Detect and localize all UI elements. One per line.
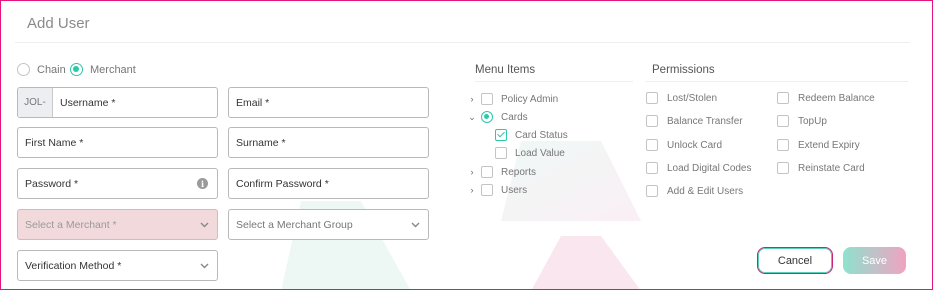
radio-chain[interactable]: Chain xyxy=(17,63,66,76)
radio-merchant[interactable]: Merchant xyxy=(70,63,136,76)
menu-item-policy-admin[interactable]: › Policy Admin xyxy=(467,92,558,106)
menu-item-label: Cards xyxy=(501,111,528,123)
verification-method-label: Verification Method * xyxy=(25,259,122,272)
menu-item-label: Policy Admin xyxy=(501,93,559,105)
surname-field[interactable]: Surname * xyxy=(228,127,429,158)
menu-subitem-checkbox[interactable] xyxy=(495,147,507,159)
menu-item-checkbox[interactable] xyxy=(481,93,493,105)
permission-label: TopUp xyxy=(798,115,827,127)
menu-item-checkbox[interactable] xyxy=(481,166,493,178)
password-label: Password * xyxy=(25,177,79,190)
permission-label: Add & Edit Users xyxy=(667,185,744,197)
chevron-right-icon[interactable]: › xyxy=(467,94,477,104)
permission-topup[interactable]: TopUp xyxy=(777,115,827,127)
permission-checkbox[interactable] xyxy=(646,115,658,127)
permission-checkbox[interactable] xyxy=(646,185,658,197)
merchant-select-label: Select a Merchant * xyxy=(25,218,117,231)
title-divider xyxy=(15,42,910,43)
merchant-group-select[interactable]: Select a Merchant Group xyxy=(228,209,429,240)
email-label: Email * xyxy=(236,96,270,109)
dialog-title: Add User xyxy=(27,15,90,32)
menu-subitem-load-value[interactable]: Load Value xyxy=(481,146,565,160)
password-field[interactable]: Password * i xyxy=(17,168,218,199)
permission-checkbox[interactable] xyxy=(646,92,658,104)
chevron-down-icon xyxy=(411,222,420,227)
confirm-password-label: Confirm Password * xyxy=(236,177,329,190)
chevron-down-icon xyxy=(200,222,209,227)
permission-checkbox[interactable] xyxy=(646,139,658,151)
radio-chain-label: Chain xyxy=(37,63,66,76)
radio-chain-indicator[interactable] xyxy=(17,63,30,76)
chevron-right-icon[interactable]: › xyxy=(467,185,477,195)
permission-extend-expiry[interactable]: Extend Expiry xyxy=(777,139,860,151)
menu-item-reports[interactable]: › Reports xyxy=(467,165,536,179)
username-prefix: JOL- xyxy=(18,88,53,117)
menu-subitem-label: Load Value xyxy=(515,147,565,159)
permission-label: Lost/Stolen xyxy=(667,92,718,104)
email-field[interactable]: Email * xyxy=(228,87,429,118)
radio-merchant-label: Merchant xyxy=(90,63,136,76)
chevron-down-icon[interactable]: ⌄ xyxy=(467,112,477,123)
username-label: Username * xyxy=(60,96,116,109)
permissions-divider xyxy=(646,81,908,82)
cancel-button[interactable]: Cancel xyxy=(757,247,833,274)
radio-merchant-indicator[interactable] xyxy=(70,63,83,76)
permission-balance-transfer[interactable]: Balance Transfer xyxy=(646,115,743,127)
add-user-dialog: Add User Chain Merchant JOL- Username * … xyxy=(0,0,933,290)
permissions-heading: Permissions xyxy=(652,64,715,76)
menu-item-cards[interactable]: ⌄ Cards xyxy=(467,110,528,124)
permission-add-edit-users[interactable]: Add & Edit Users xyxy=(646,185,743,197)
permission-checkbox[interactable] xyxy=(777,139,789,151)
permission-label: Load Digital Codes xyxy=(667,162,752,174)
permission-checkbox[interactable] xyxy=(777,92,789,104)
chevron-right-icon[interactable]: › xyxy=(467,167,477,177)
menu-item-checkbox[interactable] xyxy=(481,184,493,196)
menu-subitem-label: Card Status xyxy=(515,129,568,141)
permission-reinstate-card[interactable]: Reinstate Card xyxy=(777,162,865,174)
menu-subitem-checkbox[interactable] xyxy=(495,129,507,141)
menu-item-users[interactable]: › Users xyxy=(467,183,527,197)
permission-unlock-card[interactable]: Unlock Card xyxy=(646,139,722,151)
first-name-field[interactable]: First Name * xyxy=(17,127,218,158)
menu-items-heading: Menu Items xyxy=(475,64,536,76)
save-button[interactable]: Save xyxy=(843,247,906,274)
permission-checkbox[interactable] xyxy=(646,162,658,174)
permission-lost-stolen[interactable]: Lost/Stolen xyxy=(646,92,717,104)
menu-subitem-card-status[interactable]: Card Status xyxy=(481,128,568,142)
permission-label: Balance Transfer xyxy=(667,115,743,127)
merchant-select[interactable]: Select a Merchant * xyxy=(17,209,218,240)
verification-method-select[interactable]: Verification Method * xyxy=(17,250,218,281)
permission-checkbox[interactable] xyxy=(777,115,789,127)
menu-item-label: Users xyxy=(501,184,528,196)
first-name-label: First Name * xyxy=(25,136,84,149)
permission-load-digital-codes[interactable]: Load Digital Codes xyxy=(646,162,752,174)
confirm-password-field[interactable]: Confirm Password * xyxy=(228,168,429,199)
username-field[interactable]: JOL- Username * xyxy=(17,87,218,118)
permission-label: Reinstate Card xyxy=(798,162,865,174)
chevron-down-icon xyxy=(200,263,209,268)
permission-label: Unlock Card xyxy=(667,139,723,151)
menu-item-checkbox[interactable] xyxy=(481,111,493,123)
info-icon[interactable]: i xyxy=(197,178,208,189)
surname-label: Surname * xyxy=(236,136,286,149)
permission-label: Redeem Balance xyxy=(798,92,875,104)
permission-redeem-balance[interactable]: Redeem Balance xyxy=(777,92,875,104)
merchant-group-select-label: Select a Merchant Group xyxy=(236,218,353,231)
menu-items-divider xyxy=(475,81,633,82)
permission-label: Extend Expiry xyxy=(798,139,860,151)
permission-checkbox[interactable] xyxy=(777,162,789,174)
menu-item-label: Reports xyxy=(501,166,537,178)
